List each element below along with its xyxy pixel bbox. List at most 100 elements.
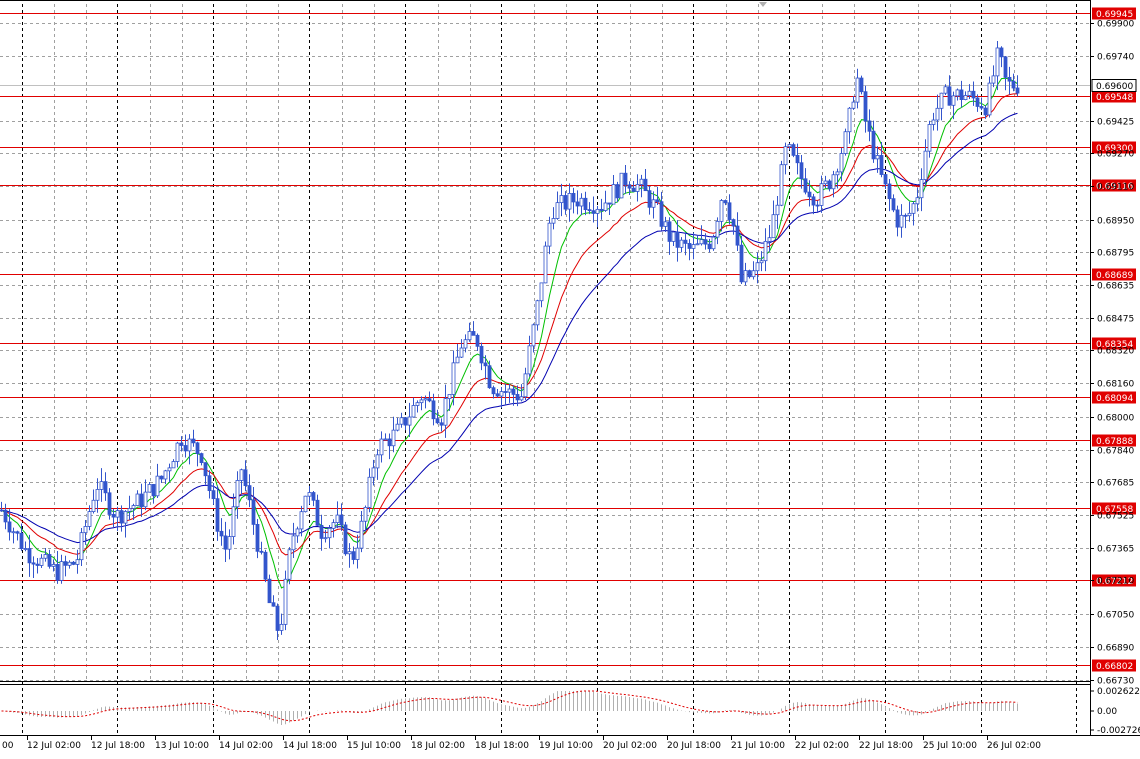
candle-body (91, 499, 96, 513)
candle-body (599, 208, 604, 211)
candle-body (39, 557, 44, 566)
candle-body (695, 243, 700, 246)
candle-body (927, 124, 932, 152)
candle-body (815, 204, 820, 207)
candle-body (179, 442, 184, 446)
candle-body (347, 551, 352, 555)
candle-body (883, 174, 888, 185)
price-tick-label: 0.67210 (1097, 577, 1134, 587)
candle-body (643, 178, 648, 192)
candle-body (235, 480, 240, 508)
current-price-label: 0.69600 (1096, 82, 1133, 92)
candle-body (471, 331, 476, 336)
candle-body (143, 491, 148, 508)
candle-body (843, 131, 848, 154)
candle-body (555, 202, 560, 219)
candle-body (899, 214, 904, 228)
candle-body (199, 453, 204, 464)
candle-body (55, 564, 60, 581)
price-tick-label: 0.69270 (1097, 150, 1134, 160)
candle-body (11, 531, 16, 534)
candle-body (207, 475, 212, 492)
time-tick-label: 12 Jul 02:00 (27, 741, 81, 751)
price-tick-label: 0.67365 (1097, 545, 1134, 555)
candle-body (979, 106, 984, 109)
candle-body (259, 550, 264, 553)
price-tick-label: 0.69425 (1097, 118, 1134, 128)
candle-body (47, 554, 52, 567)
candle-body (847, 107, 852, 133)
candle-body (435, 418, 440, 424)
candle-body (907, 212, 912, 217)
candle-body (963, 95, 968, 100)
candle-body (463, 339, 468, 349)
candle-body (887, 183, 892, 200)
candle-body (271, 602, 276, 607)
price-tick-label: 0.67050 (1097, 611, 1134, 621)
candle-body (475, 334, 480, 347)
candle-body (1007, 76, 1012, 82)
candle-body (1003, 56, 1008, 78)
candle-body (855, 77, 860, 103)
candle-body (167, 467, 172, 472)
price-chart[interactable]: 0.699450.695480.693000.691160.686890.683… (0, 0, 1140, 759)
candle-body (619, 172, 624, 199)
candle-body (311, 492, 316, 501)
candle-body (327, 527, 332, 539)
candle-body (731, 219, 736, 227)
candle-body (491, 387, 496, 395)
candle-body (999, 47, 1004, 58)
time-tick-label: 25 Jul 10:00 (923, 741, 977, 751)
time-tick-label: 20 Jul 02:00 (603, 741, 657, 751)
candle-body (583, 197, 588, 211)
candle-body (935, 107, 940, 121)
candle-body (71, 561, 76, 565)
candle-body (839, 153, 844, 173)
candle-body (811, 196, 816, 206)
candle-body (203, 462, 208, 477)
candle-body (139, 493, 144, 508)
candle-body (503, 391, 508, 393)
candle-body (775, 204, 780, 216)
candle-body (251, 499, 256, 525)
price-tick-label: 0.68795 (1097, 249, 1134, 259)
price-tick-label: 0.68320 (1097, 347, 1134, 357)
candle-body (703, 239, 708, 245)
candle-body (759, 260, 764, 264)
candle-body (671, 231, 676, 242)
candle-body (87, 511, 92, 527)
candle-body (1011, 80, 1016, 89)
candle-body (339, 514, 344, 526)
candle-body (335, 514, 340, 523)
candle-body (531, 324, 536, 347)
candle-body (387, 438, 392, 447)
indicator-tick-label: 0.00 (1097, 707, 1117, 717)
candle-body (859, 77, 864, 93)
candle-body (183, 445, 188, 452)
candle-body (751, 270, 756, 278)
time-tick-label: 18 Jul 18:00 (475, 741, 529, 751)
candle-body (363, 506, 368, 522)
candle-body (403, 417, 408, 426)
price-level-label: 0.67888 (1096, 437, 1133, 447)
candle-body (367, 476, 372, 508)
candle-body (523, 373, 528, 398)
candle-body (307, 492, 312, 497)
candle-body (767, 237, 772, 242)
candle-body (343, 524, 348, 555)
candle-body (451, 362, 456, 395)
time-tick-label: 20 Jul 18:00 (667, 741, 721, 751)
candle-body (831, 174, 836, 190)
price-tick-label: 0.67840 (1097, 447, 1134, 457)
candle-body (763, 240, 768, 262)
candle-body (711, 236, 716, 250)
time-tick-label: 21 Jul 10:00 (731, 741, 785, 751)
candle-body (739, 244, 744, 283)
candle-body (727, 202, 732, 220)
time-tick-label: 00 (2, 741, 14, 751)
candle-body (7, 521, 12, 533)
price-tick-label: 0.68475 (1097, 315, 1134, 325)
candle-body (515, 394, 520, 401)
price-level-label: 0.69945 (1096, 10, 1133, 20)
candle-body (419, 399, 424, 404)
